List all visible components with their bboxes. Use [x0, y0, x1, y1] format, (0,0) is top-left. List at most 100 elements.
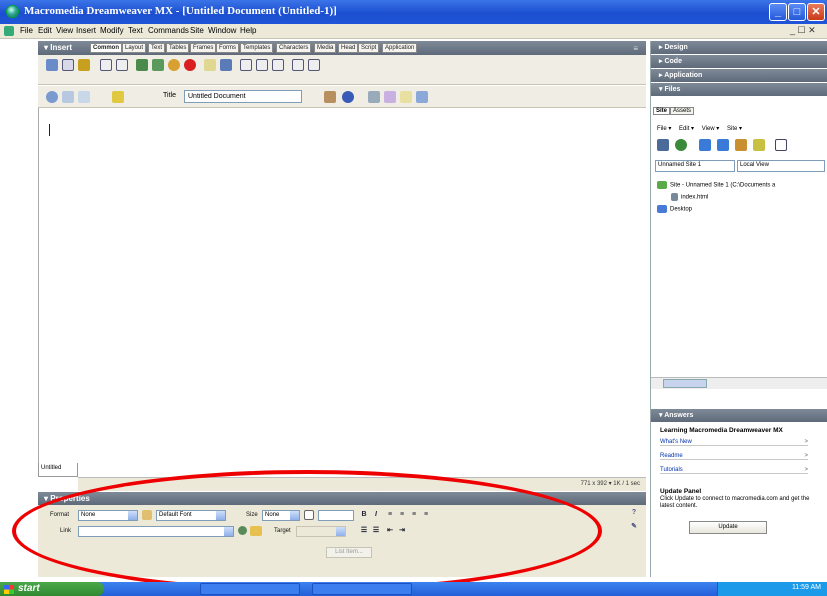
- email-link-icon[interactable]: [62, 59, 74, 71]
- files-menu-view[interactable]: View ▾: [702, 126, 720, 132]
- tab-templates[interactable]: Templates: [240, 43, 274, 53]
- refresh-icon[interactable]: [368, 91, 380, 103]
- tab-media[interactable]: Media: [314, 43, 337, 53]
- menu-site[interactable]: Site: [190, 26, 204, 35]
- tab-common[interactable]: Common: [90, 43, 122, 53]
- tab-assets[interactable]: Assets: [670, 107, 695, 115]
- hyperlink-icon[interactable]: [46, 59, 58, 71]
- check-in-icon[interactable]: [753, 139, 765, 151]
- quick-tag-editor-icon[interactable]: ✎: [630, 523, 638, 531]
- menu-view[interactable]: View: [56, 26, 73, 35]
- page-title-input[interactable]: [184, 90, 302, 103]
- menu-edit[interactable]: Edit: [38, 26, 52, 35]
- site-select[interactable]: Unnamed Site 1: [655, 160, 735, 172]
- table-icon[interactable]: [100, 59, 112, 71]
- document-window-controls[interactable]: _ ☐ ✕: [790, 25, 816, 36]
- image-placeholder-icon[interactable]: [152, 59, 164, 71]
- files-menu-edit[interactable]: Edit ▾: [679, 126, 694, 132]
- rollover-image-icon[interactable]: [204, 59, 216, 71]
- check-out-icon[interactable]: [735, 139, 747, 151]
- design-view-icon[interactable]: [78, 91, 90, 103]
- application-panel-header[interactable]: ▸ Application: [651, 69, 827, 82]
- update-button[interactable]: Update: [689, 521, 767, 534]
- files-menu-file[interactable]: File ▾: [657, 126, 671, 132]
- maximize-button[interactable]: □: [788, 3, 806, 21]
- connect-icon[interactable]: [657, 139, 669, 151]
- tab-text[interactable]: Text: [148, 43, 166, 53]
- get-file-icon[interactable]: [699, 139, 711, 151]
- whats-new-link[interactable]: What's New >: [660, 439, 808, 446]
- refresh-files-icon[interactable]: [675, 139, 687, 151]
- menu-file[interactable]: File: [20, 26, 33, 35]
- design-panel-header[interactable]: ▸ Design: [651, 41, 827, 54]
- image-icon[interactable]: [136, 59, 148, 71]
- tab-frames[interactable]: Frames: [190, 43, 217, 53]
- window-title: Macromedia Dreamweaver MX - [Untitled Do…: [24, 5, 337, 17]
- tab-script[interactable]: Script: [358, 43, 380, 53]
- tutorials-link[interactable]: Tutorials >: [660, 467, 808, 474]
- code-view-icon[interactable]: [46, 91, 58, 103]
- tag-chooser-icon[interactable]: [308, 59, 320, 71]
- menu-insert[interactable]: Insert: [76, 26, 96, 35]
- insert-panel-header[interactable]: ▾ Insert Common Layout Text Tables Frame…: [38, 41, 646, 55]
- put-file-icon[interactable]: [717, 139, 729, 151]
- date-icon[interactable]: [256, 59, 268, 71]
- split-view-icon[interactable]: [62, 91, 74, 103]
- readme-link[interactable]: Readme >: [660, 453, 808, 460]
- taskbar: start 11:59 AM: [0, 582, 827, 596]
- tab-application[interactable]: Application: [382, 43, 418, 53]
- start-button[interactable]: start: [0, 582, 104, 596]
- file-management-icon[interactable]: [324, 91, 336, 103]
- tab-layout[interactable]: Layout: [122, 43, 147, 53]
- document-design-area[interactable]: [38, 108, 646, 464]
- preview-browser-icon[interactable]: [342, 91, 354, 103]
- close-button[interactable]: ✕: [807, 3, 825, 21]
- taskbar-window-button[interactable]: [312, 583, 412, 595]
- answers-panel: Learning Macromedia Dreamweaver MX What'…: [651, 423, 827, 577]
- files-horizontal-scrollbar[interactable]: [651, 377, 827, 389]
- files-panel-header[interactable]: ▾ Files: [651, 83, 827, 96]
- minimize-button[interactable]: _: [769, 3, 787, 21]
- view-options-icon[interactable]: [416, 91, 428, 103]
- taskbar-dreamweaver-button[interactable]: [200, 583, 300, 595]
- help-icon[interactable]: ?: [630, 509, 638, 517]
- horizontal-rule-icon[interactable]: [240, 59, 252, 71]
- view-select[interactable]: Local View: [737, 160, 825, 172]
- system-tray: 11:59 AM: [717, 582, 827, 596]
- document-tab[interactable]: Untitled: [38, 463, 78, 477]
- window-size-status[interactable]: 771 x 392 ▾ 1K / 1 sec: [581, 480, 640, 487]
- title-label: Title: [163, 92, 176, 99]
- live-data-icon[interactable]: [112, 91, 124, 103]
- tabular-data-icon[interactable]: [272, 59, 284, 71]
- reference-icon[interactable]: [384, 91, 396, 103]
- menu-window[interactable]: Window: [208, 26, 236, 35]
- html-file-icon: [671, 193, 678, 201]
- clock[interactable]: 11:59 AM: [792, 584, 821, 591]
- answers-panel-header[interactable]: ▾ Answers: [651, 409, 827, 422]
- fireworks-html-icon[interactable]: [168, 59, 180, 71]
- layer-icon[interactable]: [116, 59, 128, 71]
- menu-text[interactable]: Text: [128, 26, 143, 35]
- named-anchor-icon[interactable]: [78, 59, 90, 71]
- files-menu-site[interactable]: Site ▾: [727, 126, 742, 132]
- tab-tables[interactable]: Tables: [166, 43, 190, 53]
- site-root-item[interactable]: Site - Unnamed Site 1 (C:\Documents a: [657, 181, 775, 189]
- menu-help[interactable]: Help: [240, 26, 256, 35]
- code-panel-header[interactable]: ▸ Code: [651, 55, 827, 68]
- index-file-item[interactable]: index.html: [671, 193, 708, 201]
- flash-icon[interactable]: [184, 59, 196, 71]
- expand-panel-icon[interactable]: [775, 139, 787, 151]
- tab-forms[interactable]: Forms: [216, 43, 239, 53]
- panel-options-icon[interactable]: ≡: [633, 44, 638, 53]
- tab-characters[interactable]: Characters: [276, 43, 312, 53]
- menu-modify[interactable]: Modify: [100, 26, 124, 35]
- tab-head[interactable]: Head: [338, 43, 359, 53]
- tab-site[interactable]: Site: [653, 107, 671, 115]
- navigation-bar-icon[interactable]: [220, 59, 232, 71]
- menu-commands[interactable]: Commands: [148, 26, 189, 35]
- files-menu: File ▾ Edit ▾ View ▾ Site ▾: [657, 125, 748, 132]
- desktop-item[interactable]: Desktop: [657, 205, 692, 213]
- scrollbar-thumb[interactable]: [663, 379, 707, 388]
- comment-icon[interactable]: [292, 59, 304, 71]
- code-navigation-icon[interactable]: [400, 91, 412, 103]
